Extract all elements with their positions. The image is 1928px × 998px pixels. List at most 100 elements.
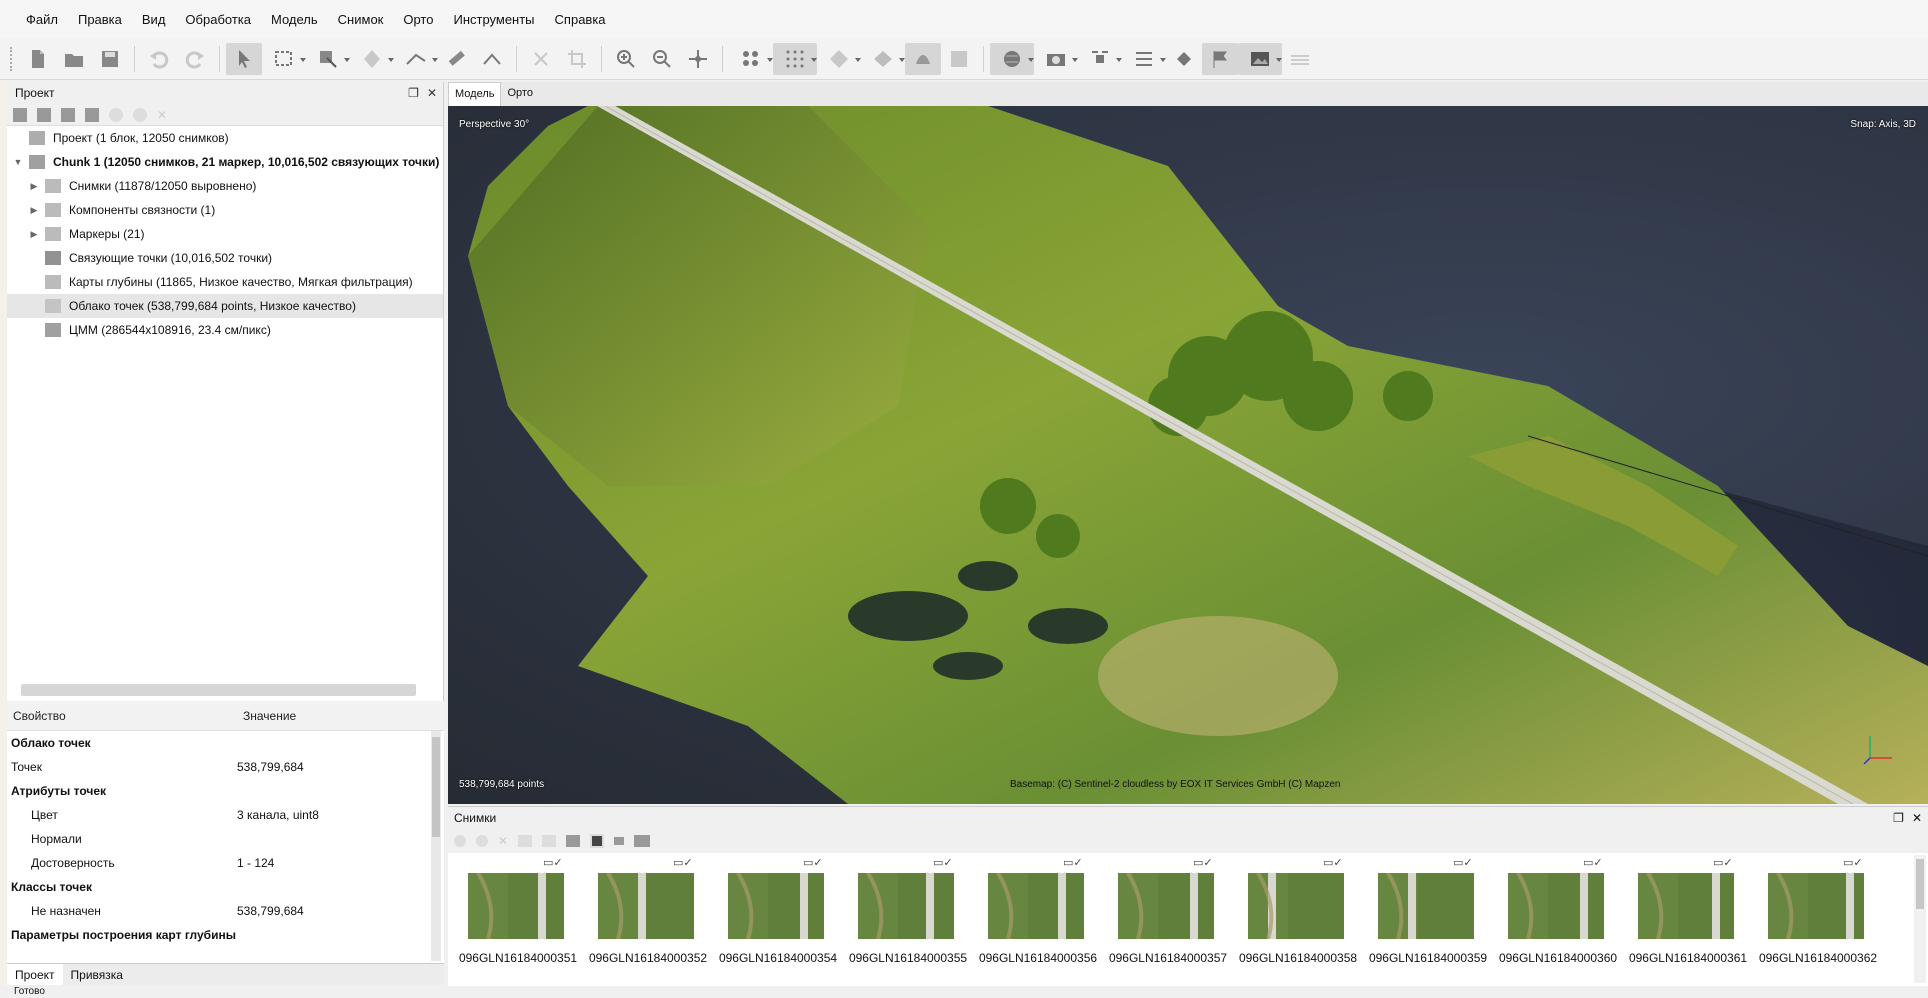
menu-model[interactable]: Модель: [261, 12, 328, 27]
property-row[interactable]: Классы точек: [7, 875, 444, 899]
disable-icon[interactable]: [133, 107, 147, 122]
tree-item[interactable]: ▶ Снимки (11878/12050 выровнено): [7, 174, 443, 198]
add-scalebar-icon[interactable]: [85, 107, 99, 122]
camera-icon[interactable]: [1034, 43, 1078, 75]
property-row[interactable]: Параметры построения карт глубины: [7, 923, 444, 947]
tree-item[interactable]: ▼ Chunk 1 (12050 снимков, 21 маркер, 10,0…: [7, 150, 443, 174]
property-row[interactable]: Цвет 3 канала, uint8: [7, 803, 444, 827]
expand-arrow-icon[interactable]: ▶: [27, 205, 41, 216]
photo-thumbnail[interactable]: ▭✓ 096GLN16184000357: [1098, 855, 1228, 987]
undock-icon[interactable]: ❐: [1893, 811, 1904, 825]
photo-thumbnail[interactable]: ▭✓ 096GLN16184000358: [1228, 855, 1358, 987]
disable-camera-icon[interactable]: [476, 835, 488, 847]
property-row[interactable]: Не назначен 538,799,684: [7, 899, 444, 923]
orthomosaic-icon[interactable]: [941, 43, 977, 75]
mask-icon[interactable]: [590, 834, 605, 848]
angle-icon[interactable]: [474, 43, 510, 75]
photo-thumbnail[interactable]: ▭✓ 096GLN16184000360: [1488, 855, 1618, 987]
texture-icon[interactable]: [861, 43, 905, 75]
menu-workflow[interactable]: Обработка: [175, 12, 261, 27]
grid-view-icon[interactable]: [634, 835, 651, 847]
property-row[interactable]: Атрибуты точек: [7, 779, 444, 803]
properties-scrollbar[interactable]: [431, 731, 441, 961]
model-viewport[interactable]: Perspective 30° Snap: Axis, 3D 538,799,6…: [448, 106, 1928, 804]
shapes-icon[interactable]: [1166, 43, 1202, 75]
menu-ortho[interactable]: Орто: [393, 12, 443, 27]
dense-cloud-icon[interactable]: [773, 42, 817, 75]
rotate-left-icon[interactable]: [518, 835, 533, 847]
photo-thumbnail[interactable]: ▭✓ 096GLN16184000355: [838, 855, 968, 987]
photo-thumbnail[interactable]: ▭✓ 096GLN16184000351: [448, 855, 578, 987]
menu-help[interactable]: Справка: [545, 12, 616, 27]
flag-icon[interactable]: [1202, 42, 1238, 75]
move-region-icon[interactable]: [680, 43, 716, 75]
add-marker-icon[interactable]: [61, 107, 75, 122]
tab-ortho[interactable]: Орто: [501, 82, 538, 106]
menu-file[interactable]: Файл: [16, 12, 68, 27]
tab-project[interactable]: Проект: [7, 964, 63, 985]
toolbar-grip[interactable]: [10, 46, 14, 71]
zoom-out-icon[interactable]: [644, 43, 680, 75]
photo-thumbnail[interactable]: ▭✓ 096GLN16184000359: [1358, 855, 1488, 987]
undock-icon[interactable]: ❐: [408, 86, 419, 100]
filter-icon[interactable]: [566, 835, 581, 847]
redo-icon[interactable]: [177, 43, 213, 75]
globe-icon[interactable]: [990, 42, 1034, 75]
property-row[interactable]: Достоверность 1 - 124: [7, 851, 444, 875]
property-row[interactable]: Нормали: [7, 827, 444, 851]
expand-arrow-icon[interactable]: ▶: [27, 181, 41, 192]
layers-icon[interactable]: [1282, 43, 1318, 75]
photo-thumbnail[interactable]: ▭✓ 096GLN16184000352: [578, 855, 708, 987]
tree-item[interactable]: Облако точек (538,799,684 points, Низкое…: [7, 294, 443, 318]
tree-item[interactable]: ▶ Маркеры (21): [7, 222, 443, 246]
menu-view[interactable]: Вид: [132, 12, 176, 27]
tab-reference[interactable]: Привязка: [63, 964, 131, 985]
points-icon[interactable]: [729, 43, 773, 75]
tab-model[interactable]: Модель: [448, 82, 502, 106]
measure-icon[interactable]: [438, 43, 474, 75]
mesh-icon[interactable]: [817, 43, 861, 75]
enable-camera-icon[interactable]: [454, 835, 466, 847]
photo-thumbnail[interactable]: ▭✓ 096GLN16184000354: [708, 855, 838, 987]
tree-item[interactable]: Карты глубины (11865, Низкое качество, М…: [7, 270, 443, 294]
shape-icon[interactable]: [350, 43, 394, 75]
menu-photo[interactable]: Снимок: [328, 12, 394, 27]
rectangle-select-icon[interactable]: [262, 43, 306, 75]
region-select-icon[interactable]: [306, 43, 350, 75]
small-view-icon[interactable]: [614, 837, 625, 845]
navigate-cursor-icon[interactable]: [226, 42, 262, 75]
drone-icon[interactable]: [1078, 43, 1122, 75]
new-file-icon[interactable]: [20, 43, 56, 75]
menu-tools[interactable]: Инструменты: [443, 12, 544, 27]
enable-icon[interactable]: [109, 107, 123, 122]
crop-icon[interactable]: [559, 43, 595, 75]
save-icon[interactable]: [92, 43, 128, 75]
menu-edit[interactable]: Правка: [68, 12, 132, 27]
value-column-header[interactable]: Значение: [237, 709, 296, 723]
remove-camera-icon[interactable]: ✕: [498, 834, 508, 848]
tree-item[interactable]: Проект (1 блок, 12050 снимков): [7, 126, 443, 150]
photos-scrollbar[interactable]: [1914, 855, 1926, 983]
photo-thumbnail[interactable]: ▭✓ 096GLN16184000356: [968, 855, 1098, 987]
rotate-right-icon[interactable]: [542, 835, 557, 847]
remove-icon[interactable]: ✕: [157, 108, 171, 122]
image-icon[interactable]: [1238, 42, 1282, 75]
close-icon[interactable]: ✕: [427, 86, 437, 100]
open-folder-icon[interactable]: [56, 43, 92, 75]
add-photos-icon[interactable]: [37, 107, 51, 122]
zoom-in-icon[interactable]: [608, 43, 644, 75]
horizontal-scrollbar[interactable]: [21, 684, 416, 696]
dem-icon[interactable]: [905, 42, 941, 75]
add-chunk-icon[interactable]: [13, 107, 27, 122]
expand-arrow-icon[interactable]: ▼: [11, 157, 25, 167]
ruler-icon[interactable]: [394, 43, 438, 75]
tree-item[interactable]: Связующие точки (10,016,502 точки): [7, 246, 443, 270]
photo-thumbnail[interactable]: ▭✓ 096GLN16184000361: [1618, 855, 1748, 987]
expand-arrow-icon[interactable]: ▶: [27, 229, 41, 240]
delete-icon[interactable]: [523, 43, 559, 75]
tree-item[interactable]: ЦММ (286544x108916, 23.4 см/пикс): [7, 318, 443, 342]
property-row[interactable]: Облако точек: [7, 731, 444, 755]
close-icon[interactable]: ✕: [1912, 811, 1922, 825]
list-icon[interactable]: [1122, 43, 1166, 75]
photo-thumbnail[interactable]: ▭✓ 096GLN16184000362: [1748, 855, 1878, 987]
